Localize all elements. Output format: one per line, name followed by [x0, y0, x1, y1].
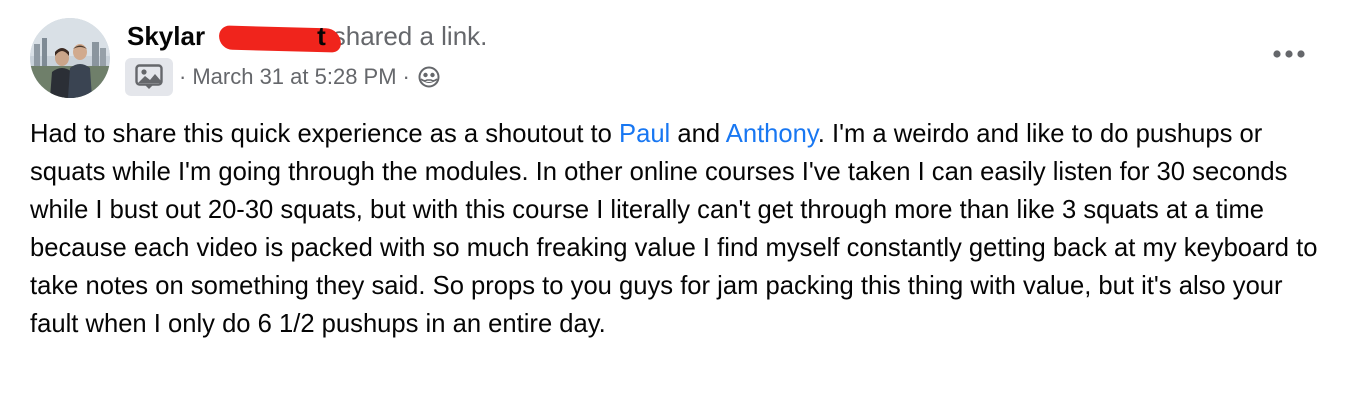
- post-meta: · March 31 at 5:28 PM ·: [125, 58, 440, 96]
- post-text-part: . I'm a weirdo and like to do pushups or…: [30, 120, 1318, 338]
- post-timestamp[interactable]: March 31 at 5:28 PM: [192, 64, 396, 90]
- mention-link-paul[interactable]: Paul: [619, 120, 670, 148]
- audience-glyph: [418, 66, 440, 88]
- author-name[interactable]: Skylar t: [127, 21, 342, 53]
- post-text: Had to share this quick experience as a …: [30, 115, 1330, 343]
- meta-separator: ·: [402, 64, 410, 89]
- author-name-end: t: [317, 21, 326, 51]
- mention-link-anthony[interactable]: Anthony: [726, 120, 818, 148]
- photo-group-icon[interactable]: [125, 58, 173, 96]
- meta-separator: ·: [179, 64, 187, 89]
- avatar-photo: [30, 18, 110, 98]
- photo-group-glyph: [135, 64, 163, 89]
- more-options-button[interactable]: [1267, 36, 1311, 72]
- avatar[interactable]: [30, 18, 110, 98]
- action-text: shared a link.: [332, 21, 488, 51]
- feed-post: Skylar t shared a link. · March 31 at 5:2…: [0, 0, 1354, 401]
- more-horizontal-icon: [1273, 50, 1305, 58]
- post-header: Skylar t shared a link.: [127, 21, 487, 55]
- globe-icon[interactable]: [418, 66, 440, 88]
- author-name-start: Skylar: [127, 21, 206, 51]
- post-text-part: and: [670, 120, 726, 148]
- post-text-part: Had to share this quick experience as a …: [30, 120, 620, 148]
